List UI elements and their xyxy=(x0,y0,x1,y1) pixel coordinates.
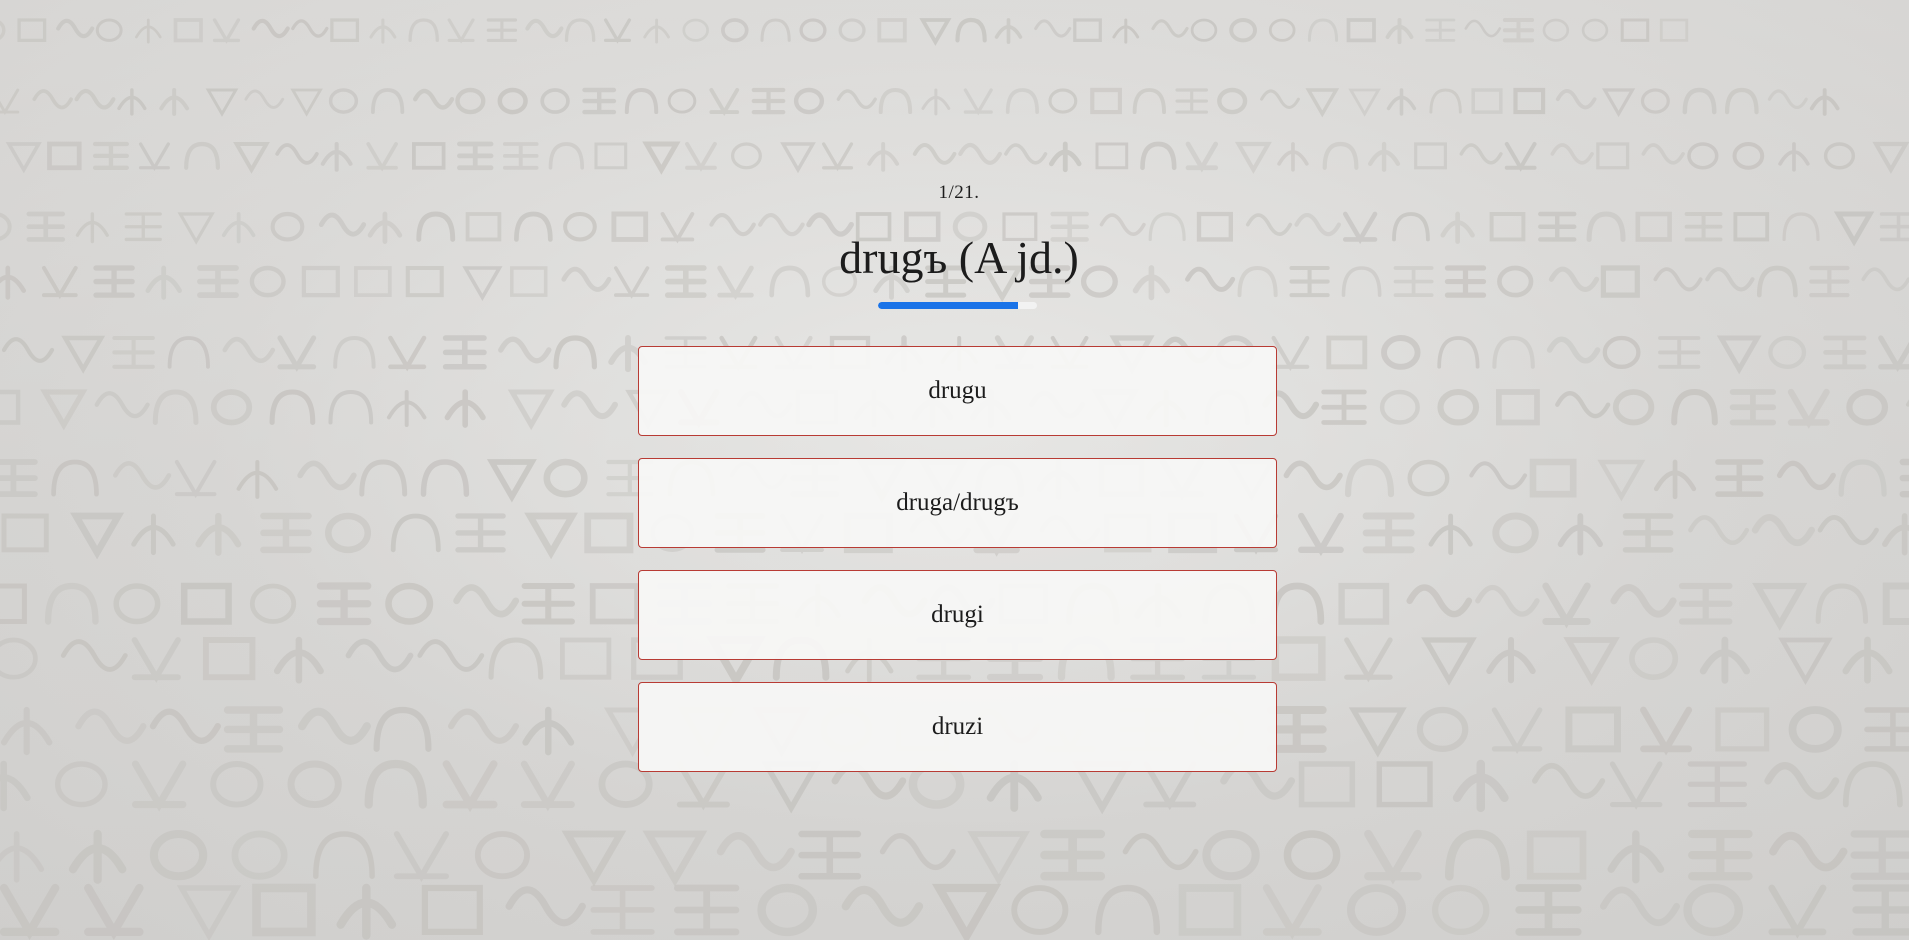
answer-option-label: drugu xyxy=(928,377,987,404)
answer-option-2[interactable]: druga/drugъ xyxy=(638,458,1277,548)
question-prompt: drugъ (A jd.) xyxy=(839,232,1079,283)
answer-option-3[interactable]: drugi xyxy=(638,570,1277,660)
quiz-container: 1/21. drugъ (A jd.) drugu druga/drugъ dr… xyxy=(0,0,1909,940)
progress-bar xyxy=(878,302,1037,309)
progress-bar-fill xyxy=(878,302,1018,309)
answer-option-1[interactable]: drugu xyxy=(638,346,1277,436)
question-counter: 1/21. xyxy=(938,182,980,203)
answer-option-label: druzi xyxy=(931,713,984,740)
answer-option-4[interactable]: druzi xyxy=(638,682,1277,772)
answer-option-label: drugi xyxy=(931,601,984,628)
answer-option-label: druga/drugъ xyxy=(896,489,1019,516)
